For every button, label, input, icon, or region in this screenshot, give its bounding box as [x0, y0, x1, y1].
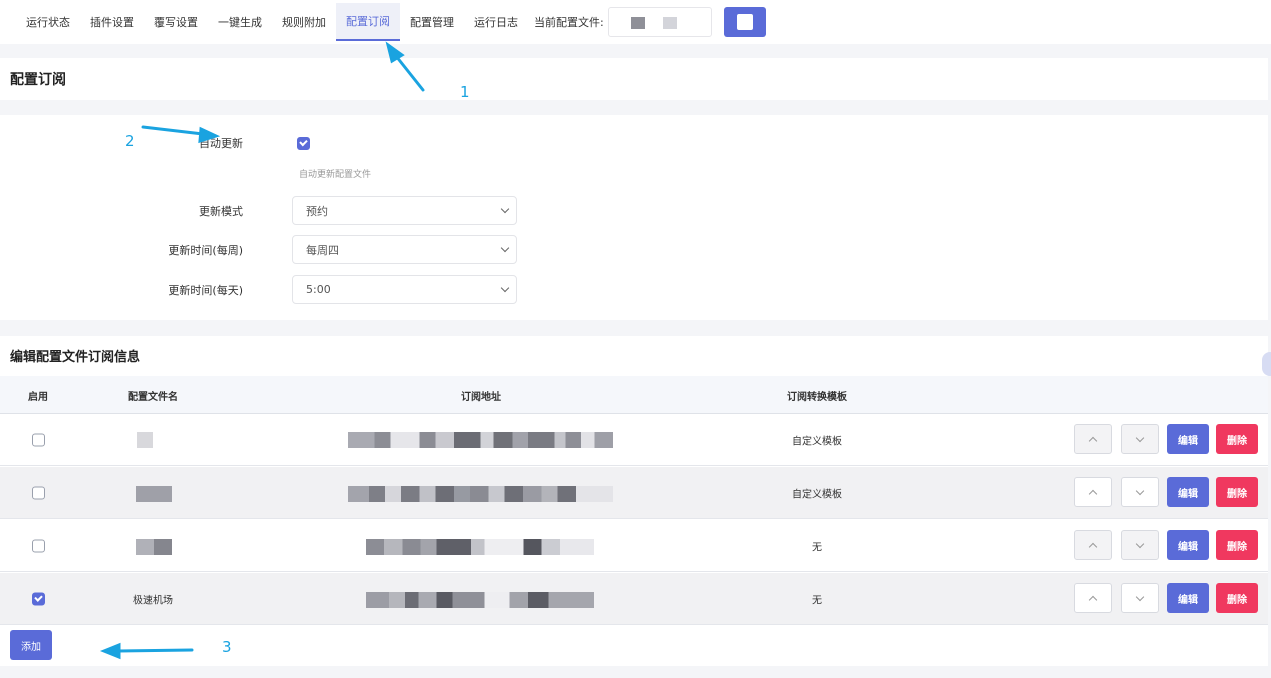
- arrow-3-head: [99, 642, 121, 660]
- annotation-label: 1: [460, 83, 470, 101]
- annotation-label: 2: [125, 132, 135, 150]
- arrow-2-head: [198, 126, 221, 144]
- annotation-arrows: [99, 41, 425, 660]
- arrow-2: [141, 125, 205, 136]
- arrow-3: [116, 648, 194, 653]
- arrow-1: [394, 54, 425, 92]
- page: 运行状态 插件设置 覆写设置 一键生成 规则附加 配置订阅 配置管理 运行日志 …: [0, 0, 1271, 678]
- annotation-label: 3: [222, 638, 232, 656]
